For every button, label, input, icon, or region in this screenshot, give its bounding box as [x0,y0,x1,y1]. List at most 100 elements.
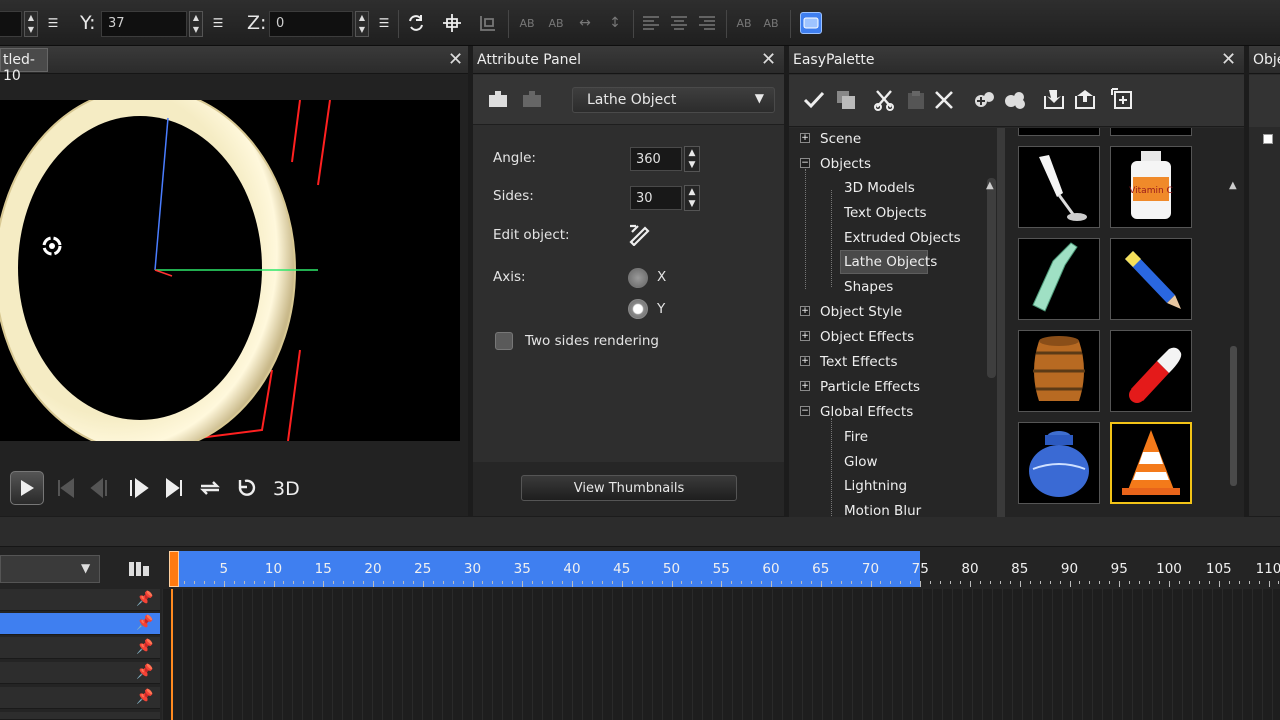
copy-icon[interactable] [835,89,857,115]
thumbnail-scrollbar[interactable] [1230,346,1237,486]
angle-spinner[interactable]: ▲ ▼ [684,146,700,172]
track-row-4[interactable]: 📌 [0,662,160,684]
import-icon[interactable] [1043,88,1065,114]
rotate-gizmo-icon[interactable] [40,234,64,258]
z-coordinate-input[interactable]: 0 [269,11,353,37]
3d-mode-button[interactable]: 3D [273,478,300,500]
traffic-cone-thumbnail[interactable] [1110,422,1192,504]
text-tool-2-icon[interactable]: AB [545,12,567,34]
ruler-tick-label: 80 [961,561,979,577]
pin-icon[interactable]: 📌 [136,689,153,705]
track-grid[interactable] [162,589,1280,720]
pencil-thumbnail[interactable] [1110,238,1192,320]
pin-icon[interactable]: 📌 [136,639,153,655]
capsule-pill-thumbnail[interactable] [1110,330,1192,412]
x-dropdown-icon[interactable]: ☰ [42,12,64,34]
tree-item-3d-models[interactable]: 3D Models [844,180,915,196]
repeat-icon[interactable] [234,477,258,503]
y-spinner[interactable]: ▲ ▼ [189,11,203,37]
x-coordinate-input[interactable] [0,11,22,37]
expand-scene-icon[interactable]: + [800,133,810,143]
tree-item-fire[interactable]: Fire [844,429,868,445]
track-row-5[interactable]: 📌 [0,687,160,709]
pin-icon[interactable]: 📌 [136,615,153,631]
render-mode-icon[interactable] [800,12,822,34]
view-thumbnails-button[interactable]: View Thumbnails [521,475,737,501]
last-frame-icon[interactable] [164,478,184,502]
tree-scroll-up-icon[interactable]: ▲ [986,180,994,191]
previous-frame-icon[interactable] [90,477,110,502]
x-spinner[interactable]: ▲ ▼ [24,11,38,37]
tree-item-shapes[interactable]: Shapes [844,279,893,295]
vitamin-c-bottle-thumbnail[interactable]: Vitamin C [1110,146,1192,228]
thumb-scroll-up-icon[interactable]: ▲ [1229,180,1237,191]
object-type-dropdown[interactable]: Lathe Object ▼ [572,87,775,113]
z-dropdown-icon[interactable]: ☰ [373,12,395,34]
track-row-3[interactable]: 📌 [0,637,160,659]
easypalette-close-icon[interactable]: ✕ [1221,51,1236,69]
paste-icon[interactable] [905,89,927,115]
sides-input[interactable]: 30 [630,186,682,210]
text-tool-3-icon[interactable]: AB [733,12,755,34]
axis-x-radio[interactable] [628,268,648,288]
text-tool-1-icon[interactable]: AB [516,12,538,34]
wooden-barrel-thumbnail[interactable] [1018,330,1100,412]
next-frame-icon[interactable] [128,478,150,502]
tree-item-extruded-objects[interactable]: Extruded Objects [844,230,961,246]
preview-tab[interactable]: tled-10 [0,48,48,84]
align-center-icon[interactable] [441,12,463,34]
add-group-icon[interactable] [973,89,997,115]
reset-rotation-icon[interactable] [405,12,427,34]
add-puzzle-icon[interactable] [487,89,509,113]
attribute-panel-close-icon[interactable]: ✕ [761,51,776,69]
pin-icon[interactable]: 📌 [136,591,153,607]
align-right-text-icon[interactable] [696,12,718,34]
green-bottle-thumbnail[interactable] [1018,238,1100,320]
text-height-icon[interactable]: ↕ [604,12,626,34]
text-tool-4-icon[interactable]: AB [760,12,782,34]
angle-input[interactable]: 360 [630,147,682,171]
tree-scrollbar[interactable] [987,178,996,378]
add-to-library-icon[interactable] [1111,88,1133,114]
preview-close-icon[interactable]: ✕ [448,51,463,69]
edit-object-icon[interactable] [627,222,653,250]
remove-group-icon[interactable] [1003,89,1027,115]
axis-y-radio[interactable] [628,299,648,319]
text-spacing-icon[interactable]: ↔ [574,12,596,34]
ruler-tick-mark [671,581,673,587]
3d-viewport[interactable] [0,100,460,441]
z-spinner[interactable]: ▲ ▼ [355,11,369,37]
tree-item-glow[interactable]: Glow [844,454,878,470]
play-button[interactable] [10,471,44,505]
track-row-6[interactable] [0,712,160,720]
y-coordinate-input[interactable]: 37 [101,11,187,37]
cut-icon[interactable] [873,89,895,115]
two-sides-checkbox[interactable] [495,332,513,350]
object-tree-expander[interactable] [1263,134,1273,144]
ruler-tick-mark [651,581,653,584]
align-center-text-icon[interactable] [668,12,690,34]
ruler-tick-mark [223,581,225,587]
track-row-2-selected[interactable]: 📌 [0,613,160,635]
delete-icon[interactable] [934,90,954,114]
align-bottom-icon[interactable] [477,12,499,34]
export-icon[interactable] [1074,88,1096,114]
y-dropdown-icon[interactable]: ☰ [207,12,229,34]
track-row-1[interactable]: 📌 [0,589,160,611]
blue-jar-thumbnail[interactable] [1018,422,1100,504]
tree-item-lightning[interactable]: Lightning [844,478,907,494]
apply-check-icon[interactable] [803,90,825,114]
remove-puzzle-icon[interactable] [521,89,543,113]
object-panel-toolbar [1249,75,1280,127]
first-frame-icon[interactable] [56,478,76,502]
thumbnail-partial-1[interactable] [1018,128,1100,136]
sides-spinner[interactable]: ▲ ▼ [684,185,700,211]
thumbnail-partial-2[interactable] [1110,128,1192,136]
loop-icon[interactable] [198,478,222,502]
wine-glass-thumbnail[interactable] [1018,146,1100,228]
collapse-objects-icon[interactable]: − [800,158,810,168]
tree-item-lathe-objects[interactable]: Lathe Objects [844,254,937,270]
tree-item-text-objects[interactable]: Text Objects [844,205,927,221]
align-left-text-icon[interactable] [640,12,662,34]
pin-icon[interactable]: 📌 [136,664,153,680]
